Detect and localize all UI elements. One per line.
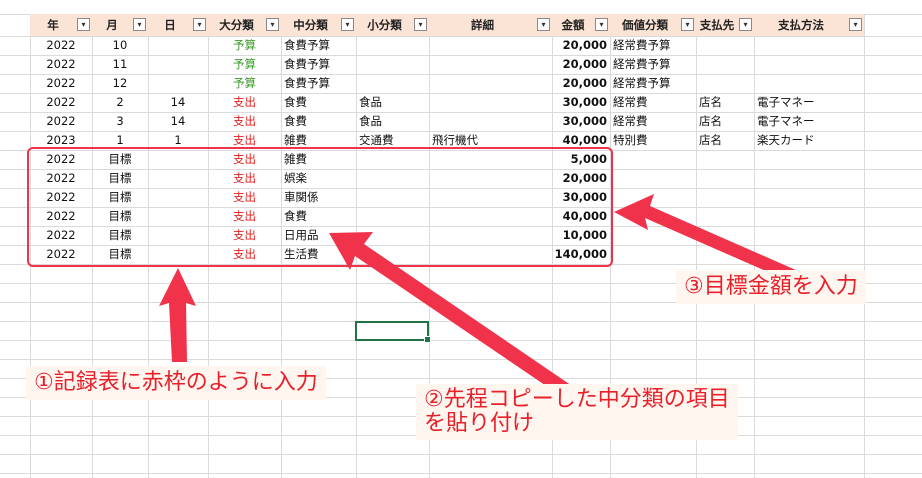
- annotation-step2-line1: ②先程コピーした中分類の項目: [424, 387, 730, 412]
- arrow-step1: [159, 268, 196, 362]
- annotation-step2: ②先程コピーした中分類の項目 を貼り付け: [416, 384, 738, 440]
- annotation-step1: ①記録表に赤枠のように入力: [26, 366, 326, 400]
- annotation-step3: ③目標金額を入力: [676, 270, 866, 304]
- annotation-step2-line2: を貼り付け: [424, 411, 535, 436]
